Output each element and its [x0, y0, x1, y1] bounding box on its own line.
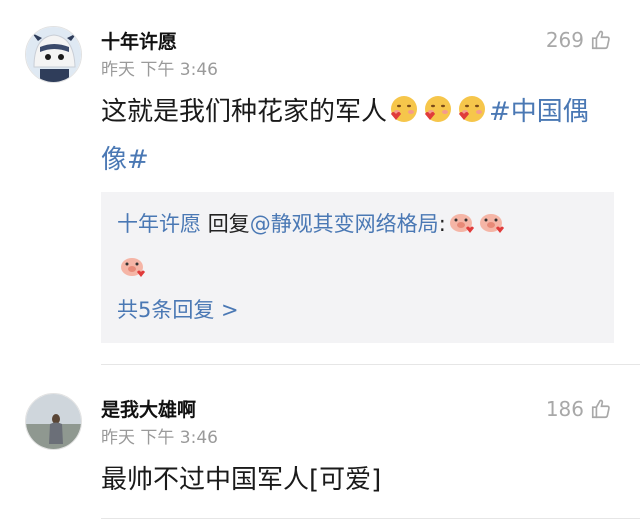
- avatar[interactable]: [25, 393, 82, 450]
- comment-text: 最帅不过中国军人[可爱]: [101, 465, 382, 495]
- like-button[interactable]: 269: [546, 28, 612, 52]
- comment-text: 这就是我们种花家的军人 #中国偶像#: [101, 90, 606, 182]
- reply-verb: 回复: [207, 212, 250, 236]
- pig-heart-emoji: [446, 208, 476, 248]
- pig-heart-emoji: [476, 208, 506, 248]
- blush-heart-emoji: [387, 94, 421, 138]
- thumbs-up-icon: [591, 399, 610, 419]
- divider: [101, 518, 640, 519]
- blush-heart-emoji: [421, 94, 455, 138]
- like-count: 269: [545, 28, 584, 52]
- like-button[interactable]: 186: [546, 397, 612, 421]
- blush-heart-emoji: [455, 94, 489, 138]
- username[interactable]: 十年许愿: [101, 27, 177, 54]
- reply-box[interactable]: 十年许愿 回复@静观其变网络格局: 共5条回复 >: [101, 192, 614, 343]
- thumbs-up-icon: [591, 30, 610, 50]
- reply-line: 十年许愿 回复@静观其变网络格局:: [117, 204, 607, 292]
- timestamp: 昨天 下午 3:46: [101, 428, 218, 448]
- avatar[interactable]: [25, 26, 82, 83]
- username[interactable]: 是我大雄啊: [101, 395, 196, 422]
- timestamp: 昨天 下午 3:46: [101, 60, 218, 80]
- view-more-replies-link[interactable]: 共5条回复 >: [117, 294, 239, 324]
- like-count: 186: [545, 397, 584, 421]
- comment-item: 十年许愿 昨天 下午 3:46 269 这就是我们种花家的军人 #中国偶像# 十…: [0, 0, 640, 362]
- reply-author[interactable]: 十年许愿: [117, 212, 201, 236]
- reply-mention[interactable]: @静观其变网络格局: [250, 212, 439, 236]
- reply-colon: :: [438, 212, 446, 236]
- divider: [101, 364, 640, 365]
- pig-heart-emoji: [117, 252, 147, 292]
